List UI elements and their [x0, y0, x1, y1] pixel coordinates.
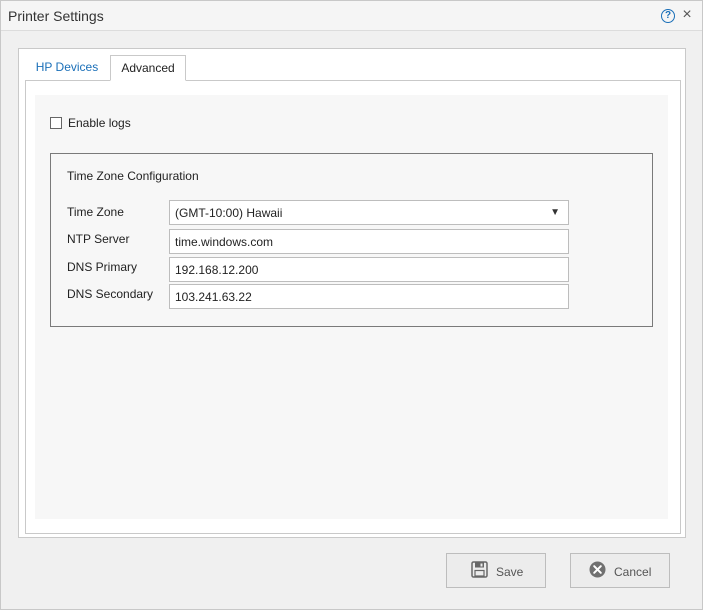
dialog-title: Printer Settings — [8, 8, 104, 24]
time-zone-configuration-group: Time Zone Configuration Time Zone (GMT-1… — [50, 153, 653, 327]
time-zone-label: Time Zone — [67, 205, 124, 219]
enable-logs-row: Enable logs — [50, 116, 131, 130]
save-button[interactable]: Save — [446, 553, 546, 588]
tab-advanced[interactable]: Advanced — [110, 55, 186, 81]
time-zone-section-title: Time Zone Configuration — [67, 169, 199, 183]
printer-settings-dialog: Printer Settings ? × HP Devices Advanced… — [0, 0, 703, 610]
time-zone-selected-value: (GMT-10:00) Hawaii — [175, 206, 283, 220]
ntp-server-label: NTP Server — [67, 232, 130, 246]
cancel-button-label: Cancel — [614, 565, 652, 579]
dialog-titlebar: Printer Settings ? × — [1, 1, 702, 31]
chevron-down-icon[interactable]: ▼ — [550, 207, 560, 218]
advanced-tab-body: Enable logs Time Zone Configuration Time… — [25, 80, 681, 534]
help-icon[interactable]: ? — [661, 9, 675, 23]
enable-logs-label[interactable]: Enable logs — [68, 116, 131, 130]
close-icon[interactable]: × — [681, 7, 693, 23]
floppy-disk-icon — [471, 561, 488, 578]
ntp-server-input[interactable] — [169, 229, 569, 254]
cancel-button[interactable]: Cancel — [570, 553, 670, 588]
tab-hp-devices[interactable]: HP Devices — [27, 55, 107, 81]
save-button-label: Save — [496, 565, 524, 579]
cancel-circle-icon — [589, 561, 606, 578]
dns-primary-input[interactable] — [169, 257, 569, 282]
dns-secondary-label: DNS Secondary — [67, 287, 154, 301]
advanced-content: Enable logs Time Zone Configuration Time… — [35, 95, 668, 519]
time-zone-select[interactable]: (GMT-10:00) Hawaii ▼ — [169, 200, 569, 225]
enable-logs-checkbox[interactable] — [50, 117, 62, 129]
settings-panel: HP Devices Advanced Enable logs Time Zon… — [18, 48, 686, 538]
dns-primary-label: DNS Primary — [67, 260, 138, 274]
dns-secondary-input[interactable] — [169, 284, 569, 309]
